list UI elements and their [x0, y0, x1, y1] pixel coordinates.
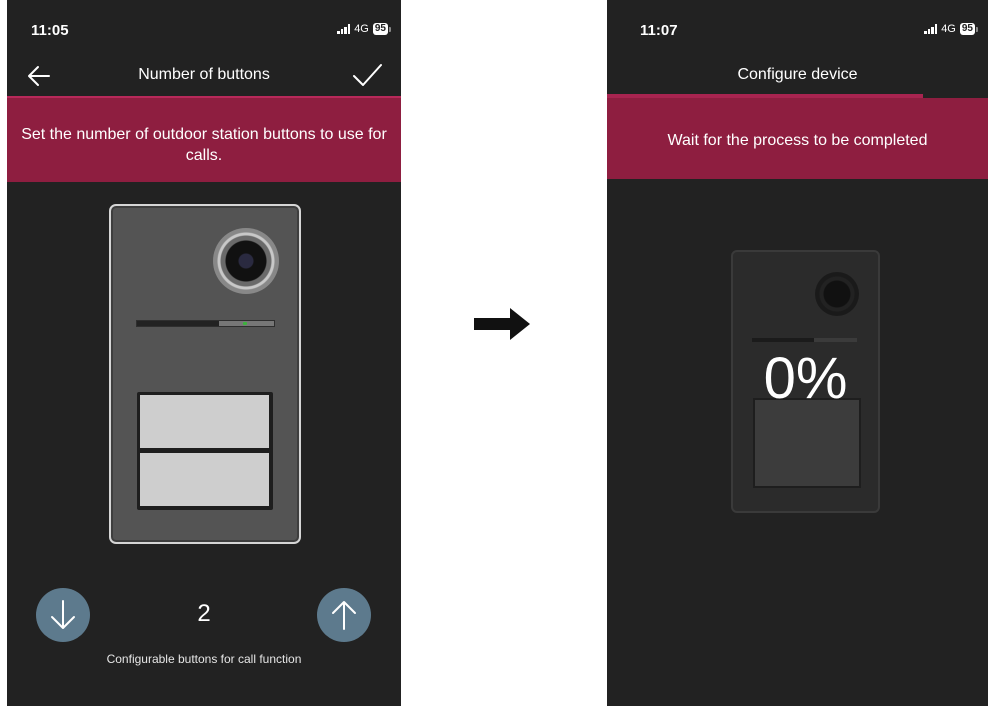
status-time: 11:07 — [640, 22, 678, 39]
increase-button[interactable] — [317, 588, 371, 642]
status-indicators: 4G 95 — [924, 23, 978, 35]
right-arrow-icon — [474, 308, 530, 340]
call-button-2 — [140, 453, 269, 506]
network-label: 4G — [941, 23, 956, 35]
signal-icon — [924, 24, 938, 34]
call-button-panel — [137, 392, 273, 510]
status-bar: 11:05 4G 95 — [7, 0, 401, 50]
status-banner: Wait for the process to be completed — [607, 98, 988, 179]
phone-screen-configure-device: 11:07 4G 95 Configure device Wait for th… — [607, 0, 988, 706]
battery-icon: 95 — [372, 23, 388, 35]
checkmark-icon[interactable] — [351, 61, 383, 91]
page-title: Configure device — [737, 66, 858, 83]
camera-lens — [213, 228, 279, 294]
page-title: Number of buttons — [138, 66, 270, 83]
status-text: Wait for the process to be completed — [667, 132, 928, 149]
status-bar: 11:07 4G 95 — [607, 0, 988, 50]
signal-icon — [337, 24, 351, 34]
led-bar — [136, 320, 275, 327]
progress-percent: 0% — [763, 346, 848, 411]
battery-tip — [389, 26, 391, 32]
outdoor-station-illustration — [109, 204, 301, 544]
battery-tip — [976, 26, 978, 32]
battery-icon: 95 — [959, 23, 975, 35]
instruction-banner: Set the number of outdoor station button… — [7, 96, 401, 182]
instruction-text: Set the number of outdoor station button… — [21, 126, 387, 164]
phone-screen-number-of-buttons: 11:05 4G 95 Number of buttons Set the nu… — [7, 0, 401, 706]
nav-bar: Number of buttons — [7, 58, 401, 94]
call-button-1 — [140, 395, 269, 448]
camera-lens — [815, 272, 859, 316]
nav-bar: Configure device — [607, 58, 988, 94]
counter-caption: Configurable buttons for call function — [106, 652, 302, 666]
status-indicators: 4G 95 — [337, 23, 391, 35]
network-label: 4G — [354, 23, 369, 35]
led-bar-dark — [137, 321, 219, 326]
led-indicator — [243, 322, 247, 325]
status-time: 11:05 — [31, 22, 69, 39]
led-bar — [752, 338, 857, 342]
arrow-up-icon — [332, 601, 356, 630]
